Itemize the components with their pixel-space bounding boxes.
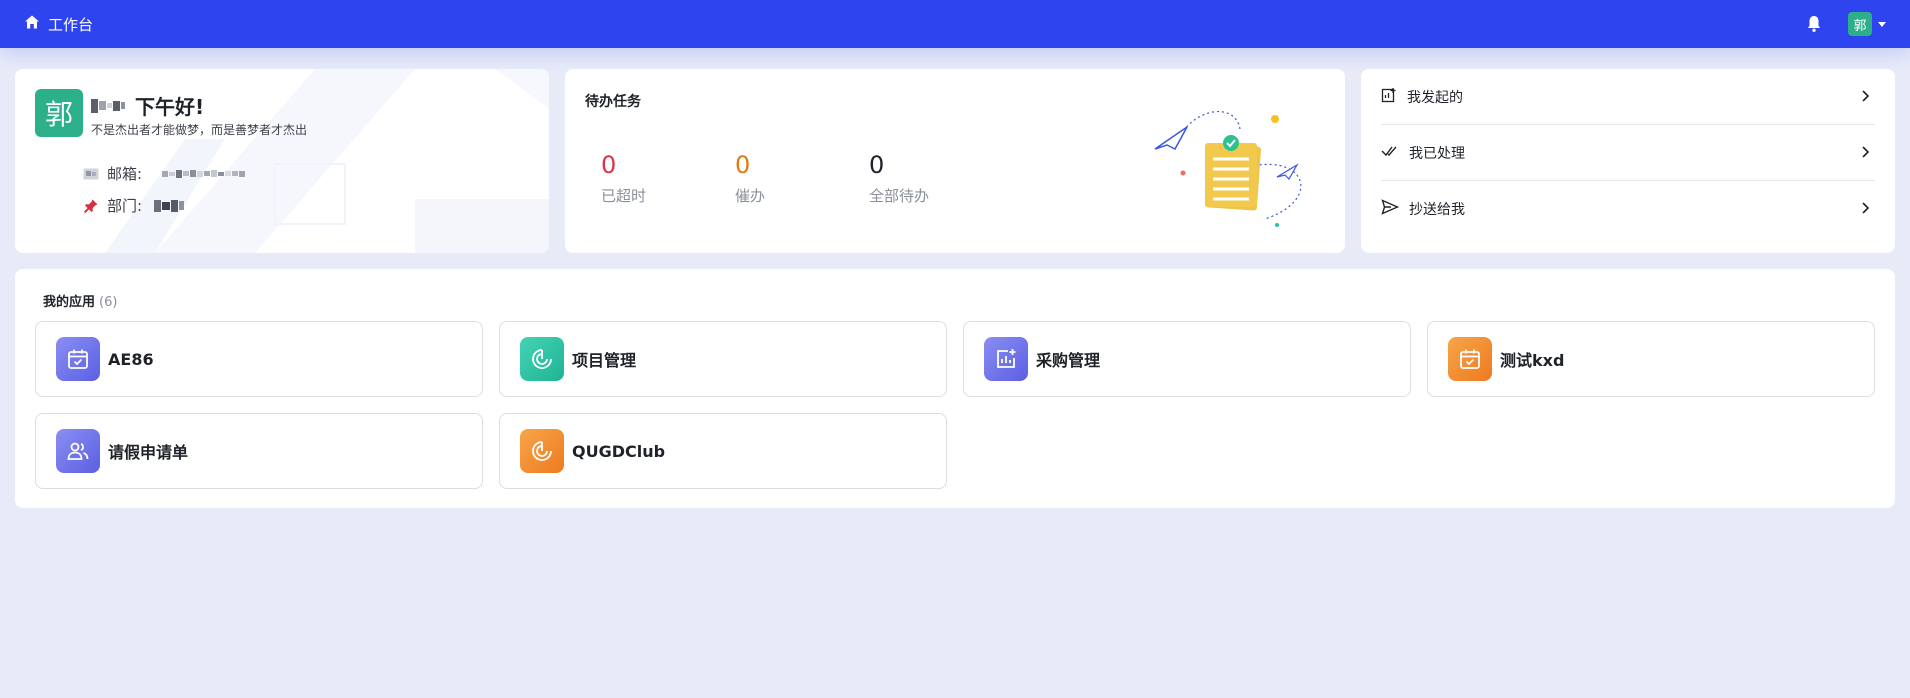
- double-check-icon: [1381, 143, 1399, 163]
- app-card[interactable]: 采购管理: [963, 321, 1411, 397]
- top-navbar: 工作台 郭: [0, 0, 1910, 48]
- email-row: 邮箱:: [83, 163, 246, 184]
- app-name: 项目管理: [572, 351, 637, 370]
- workbench-title: 工作台: [48, 15, 94, 34]
- app-name: 采购管理: [1036, 351, 1101, 370]
- app-card[interactable]: 项目管理: [499, 321, 947, 397]
- user-menu[interactable]: 郭: [1848, 12, 1886, 36]
- my-apps-card: 我的应用 (6) AE86 项目管理 采购管理 测试kxd 请假申请单 QUGD…: [15, 269, 1895, 508]
- chart-add-icon: [984, 337, 1028, 381]
- urge-stat[interactable]: 0 催办: [735, 151, 765, 206]
- quick-link-label: 我已处理: [1409, 145, 1465, 162]
- quick-link-processed[interactable]: 我已处理: [1381, 125, 1875, 181]
- all-todo-count: 0: [869, 151, 885, 179]
- app-name: QUGDClub: [572, 441, 666, 461]
- target-icon: [520, 429, 564, 473]
- email-value-redacted: [162, 169, 246, 178]
- department-row: 部门:: [83, 195, 185, 216]
- email-label: 邮箱:: [107, 165, 143, 183]
- app-card[interactable]: 请假申请单: [35, 413, 483, 489]
- calendar-check-icon: [1448, 337, 1492, 381]
- chevron-right-icon: [1861, 145, 1871, 163]
- send-icon: [1381, 199, 1400, 219]
- urge-count: 0: [735, 151, 751, 179]
- quick-link-label: 抄送给我: [1409, 202, 1465, 218]
- quick-links-card: 我发起的 我已处理 抄送给我: [1361, 69, 1895, 253]
- task-illustration: [1154, 111, 1302, 227]
- all-todo-label: 全部待办: [869, 187, 930, 205]
- todo-title: 待办任务: [585, 94, 641, 110]
- quick-link-initiated[interactable]: 我发起的: [1381, 69, 1875, 125]
- overdue-stat[interactable]: 0 已超时: [601, 151, 646, 206]
- bell-icon[interactable]: [1804, 14, 1824, 34]
- app-card[interactable]: QUGDClub: [499, 413, 947, 489]
- app-name: AE86: [108, 349, 154, 369]
- greeting-text: 下午好!: [135, 95, 205, 119]
- app-name: 测试kxd: [1500, 351, 1565, 370]
- app-card[interactable]: 测试kxd: [1427, 321, 1875, 397]
- overdue-label: 已超时: [601, 187, 647, 205]
- app-name: 请假申请单: [108, 443, 189, 462]
- app-card[interactable]: AE86: [35, 321, 483, 397]
- quick-link-cc-to-me[interactable]: 抄送给我: [1381, 181, 1875, 237]
- user-name-redacted: [91, 98, 125, 113]
- quick-link-label: 我发起的: [1407, 89, 1463, 106]
- my-apps-title-text: 我的应用: [43, 295, 96, 310]
- pin-icon: [83, 198, 99, 214]
- all-todo-stat[interactable]: 0 全部待办: [869, 151, 929, 206]
- home-icon: [24, 14, 40, 34]
- start-icon: [1381, 87, 1397, 107]
- avatar: 郭: [1848, 12, 1872, 36]
- caret-down-icon: [1878, 21, 1886, 27]
- calendar-check-icon: [56, 337, 100, 381]
- workbench-home-link[interactable]: 工作台: [24, 14, 93, 35]
- urge-label: 催办: [735, 187, 766, 205]
- profile-card: 郭 下午好! 不是杰出者才能做梦，而是善梦者才杰出 邮箱: 部门:: [15, 69, 549, 253]
- chevron-right-icon: [1861, 201, 1871, 219]
- email-icon: [83, 166, 99, 182]
- overdue-count: 0: [601, 151, 617, 179]
- todo-card: 待办任务 0 已超时 0 催办 0 全部待办: [565, 69, 1345, 253]
- motto-text: 不是杰出者才能做梦，而是善梦者才杰出: [91, 123, 308, 137]
- my-apps-count: (6): [99, 295, 118, 310]
- chevron-right-icon: [1861, 89, 1871, 107]
- profile-avatar: 郭: [35, 89, 83, 137]
- users-icon: [56, 429, 100, 473]
- my-apps-title: 我的应用 (6): [43, 291, 117, 310]
- department-value-redacted: [154, 199, 185, 212]
- department-label: 部门:: [107, 197, 143, 215]
- target-icon: [520, 337, 564, 381]
